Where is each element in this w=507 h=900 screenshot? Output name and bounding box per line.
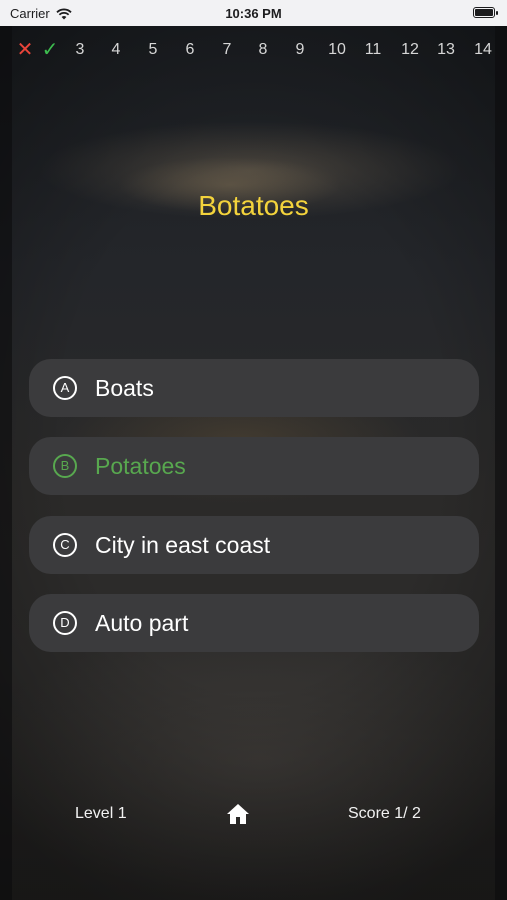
- answer-option-d[interactable]: D Auto part: [29, 594, 479, 652]
- home-icon: [227, 804, 249, 824]
- progress-item-3[interactable]: 3: [66, 38, 94, 62]
- progress-item-4[interactable]: 4: [102, 38, 130, 62]
- answer-text-d: Auto part: [95, 610, 189, 636]
- progress-item-9[interactable]: 9: [286, 38, 314, 62]
- answer-option-b[interactable]: B Potatoes: [29, 437, 479, 495]
- progress-item-13[interactable]: 13: [432, 38, 460, 62]
- progress-item-8[interactable]: 8: [249, 38, 277, 62]
- quiz-screen: Carrier 10:36 PM ✕ ✓ 3 4 5 6 7 8 9 10 11…: [0, 0, 507, 900]
- progress-item-1-wrong-icon[interactable]: ✕: [11, 38, 39, 62]
- right-edge-shade: [495, 24, 507, 900]
- question-progress-row: ✕ ✓ 3 4 5 6 7 8 9 10 11 12 13 14: [14, 38, 504, 62]
- status-time: 10:36 PM: [225, 6, 282, 21]
- progress-item-6[interactable]: 6: [176, 38, 204, 62]
- answer-letter-d-icon: D: [53, 611, 77, 635]
- answer-letter-a-icon: A: [53, 376, 77, 400]
- status-bar: Carrier 10:36 PM: [0, 0, 507, 26]
- answer-text-b: Potatoes: [95, 453, 186, 479]
- answer-text-a: Boats: [95, 375, 154, 401]
- battery-icon: [473, 7, 498, 18]
- answer-option-c[interactable]: C City in east coast: [29, 516, 479, 574]
- question-text: Botatoes: [198, 190, 309, 221]
- level-label: Level 1: [75, 805, 127, 822]
- progress-item-5[interactable]: 5: [139, 38, 167, 62]
- answer-text-c: City in east coast: [95, 532, 271, 558]
- answer-letter-b-icon: B: [53, 454, 77, 478]
- progress-item-10[interactable]: 10: [323, 38, 351, 62]
- left-edge-shade: [0, 24, 12, 900]
- progress-item-7[interactable]: 7: [213, 38, 241, 62]
- progress-item-11[interactable]: 11: [359, 38, 387, 62]
- progress-item-14[interactable]: 14: [469, 38, 497, 62]
- answer-option-a[interactable]: A Boats: [29, 359, 479, 417]
- home-button[interactable]: [226, 803, 250, 825]
- answer-letter-c-icon: C: [53, 533, 77, 557]
- progress-item-12[interactable]: 12: [396, 38, 424, 62]
- progress-item-2-check-icon[interactable]: ✓: [36, 38, 64, 62]
- score-label: Score 1/ 2: [348, 805, 421, 822]
